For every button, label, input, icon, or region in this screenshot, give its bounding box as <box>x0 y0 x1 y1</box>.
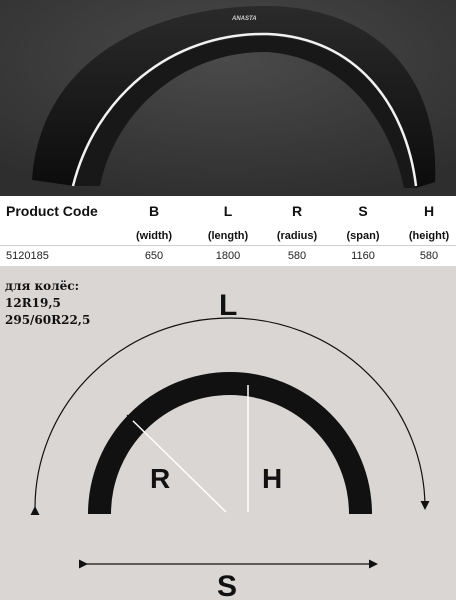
span-label: S <box>217 570 237 600</box>
product-code-cell: 5120185 <box>6 250 49 262</box>
radius-label: R <box>150 463 170 494</box>
table-subheader-row: (width) (length) (radius) (span) (height… <box>0 226 456 246</box>
span-value: 1160 <box>351 250 375 262</box>
table-row: 5120185 650 1800 580 1160 580 <box>0 246 456 266</box>
fender-photo: ANASTA <box>0 0 456 196</box>
col-r-desc: (radius) <box>276 229 318 242</box>
col-l-letter: L <box>223 203 233 219</box>
col-b-desc: (width) <box>135 229 173 242</box>
fender-arch <box>88 372 372 514</box>
brand-mark: ANASTA <box>231 16 257 22</box>
col-r-letter: R <box>291 203 303 219</box>
length-label: L <box>219 289 237 322</box>
code-header: Product Code <box>6 203 98 219</box>
width-value: 650 <box>144 250 164 262</box>
col-s-desc: (span) <box>346 229 380 242</box>
col-h-letter: H <box>423 203 435 219</box>
radius-arrow <box>126 414 227 513</box>
spec-table: Product Code B L R S H (width) (length) … <box>0 196 456 266</box>
table-header-row: Product Code B L R S H <box>0 196 456 226</box>
product-photo: ANASTA <box>0 0 456 196</box>
col-h-desc: (height) <box>408 229 450 242</box>
col-l-desc: (length) <box>207 229 249 242</box>
height-label: H <box>262 463 282 494</box>
height-value: 580 <box>419 250 439 262</box>
col-b-letter: B <box>148 203 160 219</box>
radius-value: 580 <box>287 250 307 262</box>
dimension-diagram: L R H S <box>30 289 430 600</box>
col-s-letter: S <box>358 203 368 219</box>
length-value: 1800 <box>215 250 241 262</box>
